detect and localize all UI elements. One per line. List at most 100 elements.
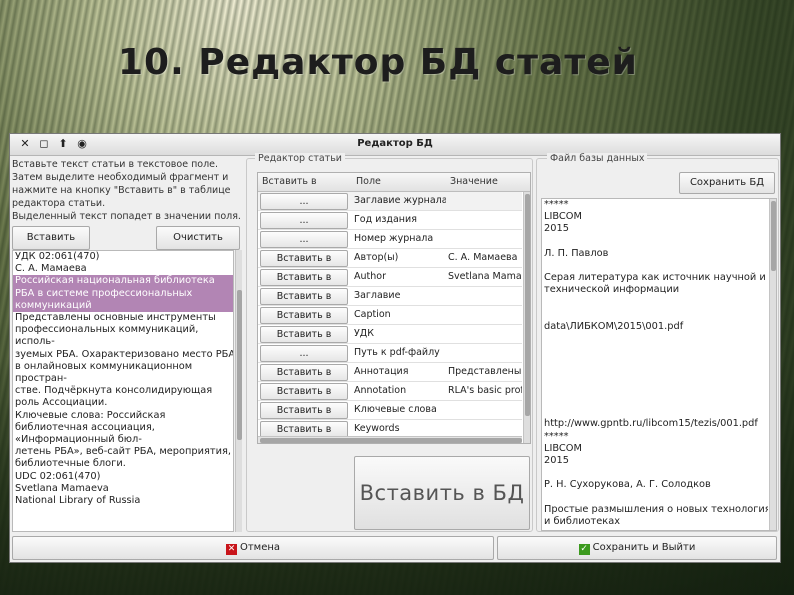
- field-name: Путь к pdf-файлу: [354, 347, 440, 358]
- field-name: Заглавие: [354, 290, 401, 301]
- db-file-text-area[interactable]: ***** LIBCOM 2015 Л. П. Павлов Серая литерат…: [541, 198, 777, 531]
- text-line: зуемых РБА. Охарактеризовано место РБА: [15, 348, 234, 360]
- field-name: Заглавие журнала: [354, 195, 446, 206]
- insert-into-field-button[interactable]: Вставить в: [260, 307, 348, 324]
- source-text-panel: Вставьте текст статьи в текстовое поле. …: [12, 158, 244, 532]
- insert-into-field-button[interactable]: Вставить в: [260, 383, 348, 400]
- table-row: ... Год издания: [258, 211, 522, 230]
- text-line: «Информационный бюл-: [15, 434, 142, 446]
- source-text-area[interactable]: УДК 02:061(470) С. А. Мамаева Российская н…: [12, 250, 234, 532]
- file-line: [542, 357, 768, 369]
- field-name: Номер журнала: [354, 233, 434, 244]
- insert-into-field-button[interactable]: Вставить в: [260, 250, 348, 267]
- col-header-insert: Вставить в: [262, 176, 317, 187]
- text-line: профессиональных коммуникаций,: [15, 324, 199, 336]
- insert-into-field-button[interactable]: Вставить в: [260, 269, 348, 286]
- file-line: 2015: [544, 454, 569, 466]
- table-vscrollbar[interactable]: [523, 192, 530, 443]
- table-row: Вставить в УДК: [258, 325, 522, 344]
- field-value[interactable]: Svetlana Mamaeva: [448, 271, 522, 282]
- file-line: [542, 297, 768, 309]
- text-line: National Library of Russia: [15, 495, 141, 507]
- insert-into-field-button[interactable]: Вставить в: [260, 364, 348, 381]
- field-name: Ключевые слова: [354, 404, 437, 415]
- cancel-label: Отмена: [239, 542, 281, 553]
- instruction-line: Вставьте текст статьи в текстовое поле.: [12, 159, 219, 170]
- field-name: Caption: [354, 309, 391, 320]
- text-line: УДК 02:061(470): [15, 251, 100, 262]
- save-and-exit-button[interactable]: ✓ Сохранить и Выйти: [497, 536, 777, 560]
- col-header-value: Значение: [450, 176, 498, 187]
- file-lines: ***** LIBCOM 2015 Л. П. Павлов Серая литерат…: [542, 199, 776, 528]
- browse-button[interactable]: ...: [260, 193, 348, 210]
- text-line: стве. Подчёркнута консолидирующая: [15, 385, 213, 397]
- save-and-exit-label: Сохранить и Выйти: [592, 542, 696, 553]
- table-row: ... Заглавие журнала: [258, 192, 522, 211]
- selected-text-line: РБА в системе профессиональных: [13, 287, 233, 300]
- text-line: Представлены основные инструменты: [15, 312, 216, 324]
- text-line: простран-: [15, 373, 67, 385]
- instruction-line: нажмите на кнопку "Вставить в" в таблице: [12, 185, 231, 196]
- field-value[interactable]: С. А. Мамаева: [448, 252, 522, 263]
- browse-button[interactable]: ...: [260, 212, 348, 229]
- insert-into-field-button[interactable]: Вставить в: [260, 402, 348, 419]
- save-db-button[interactable]: Сохранить БД: [679, 172, 775, 194]
- database-file-group: Файл базы данных Сохранить БД ***** LIBCO…: [536, 153, 779, 532]
- text-line: С. А. Мамаева: [15, 263, 87, 275]
- text-line: летень РБА», веб-сайт РБА, мероприятия,: [15, 446, 231, 458]
- file-line: [542, 309, 768, 321]
- field-name: Annotation: [354, 385, 407, 396]
- file-line: Простые размышления о новых технологиях: [544, 503, 768, 515]
- table-row: ... Номер журнала: [258, 230, 522, 249]
- file-line: [542, 345, 768, 357]
- file-line: LIBCOM: [544, 211, 582, 223]
- file-line: Серая литература как источник научной и: [544, 272, 766, 284]
- source-scrollbar[interactable]: [235, 250, 242, 532]
- insert-button[interactable]: Вставить: [12, 226, 90, 250]
- field-value[interactable]: Представлены ос: [448, 366, 522, 377]
- table-header: Вставить в Поле Значение: [258, 173, 530, 192]
- text-line: роль Ассоциации.: [15, 397, 108, 409]
- file-line: технической информации: [544, 284, 680, 296]
- file-line: 2015: [544, 223, 569, 235]
- insert-into-field-button[interactable]: Вставить в: [260, 326, 348, 343]
- text-line: библиотечные блоги.: [15, 458, 126, 470]
- scroll-thumb[interactable]: [525, 194, 530, 416]
- cancel-button[interactable]: ✕ Отмена: [12, 536, 494, 560]
- text-line: Svetlana Mamaeva: [15, 482, 109, 494]
- editor-window: ✕ ◻ ⬆ ◉ Редактор БД Вставьте текст стать…: [9, 133, 781, 563]
- file-line: [542, 370, 768, 382]
- table-row: ... Путь к pdf-файлу: [258, 344, 522, 363]
- browse-button[interactable]: ...: [260, 345, 348, 362]
- text-line: в онлайновых коммуникационном: [15, 360, 193, 372]
- table-row: Вставить в Заглавие: [258, 287, 522, 306]
- instruction-line: Выделенный текст попадет в значении поля…: [12, 211, 241, 222]
- file-line: [542, 260, 768, 272]
- window-title: Редактор БД: [357, 138, 433, 149]
- field-name: Автор(ы): [354, 252, 399, 263]
- selected-text-line: коммуникаций: [13, 299, 233, 313]
- check-icon: ✓: [578, 544, 590, 555]
- insert-into-field-button[interactable]: Вставить в: [260, 288, 348, 305]
- table-hscrollbar[interactable]: [258, 436, 522, 443]
- clear-button[interactable]: Очистить: [156, 226, 240, 250]
- browse-button[interactable]: ...: [260, 231, 348, 248]
- scroll-thumb[interactable]: [237, 290, 242, 440]
- scroll-thumb[interactable]: [260, 438, 522, 443]
- table-row: Вставить в Ключевые слова: [258, 401, 522, 420]
- field-value[interactable]: RLA's basic profes: [448, 385, 522, 396]
- file-scrollbar[interactable]: [769, 199, 776, 530]
- selected-text-line: Российская национальная библиотека: [13, 275, 233, 288]
- text-line: UDC 02:061(470): [15, 470, 101, 482]
- source-lines: УДК 02:061(470) С. А. Мамаева Российская н…: [13, 251, 233, 507]
- scroll-thumb[interactable]: [771, 201, 776, 271]
- instruction-line: редактора статьи.: [12, 198, 106, 209]
- file-line: [542, 236, 768, 248]
- file-line: LIBCOM: [544, 442, 582, 454]
- instructions: Вставьте текст статьи в текстовое поле. …: [12, 158, 244, 223]
- table-row: Вставить в Author Svetlana Mamaeva: [258, 268, 522, 287]
- slide-title: 10. Редактор БД статей: [118, 42, 638, 83]
- insert-into-db-button[interactable]: Вставить в БД: [354, 456, 530, 530]
- file-line: http://www.gpntb.ru/libcom15/tezis/001.p…: [544, 418, 758, 430]
- window-titlebar: ✕ ◻ ⬆ ◉ Редактор БД: [10, 134, 780, 156]
